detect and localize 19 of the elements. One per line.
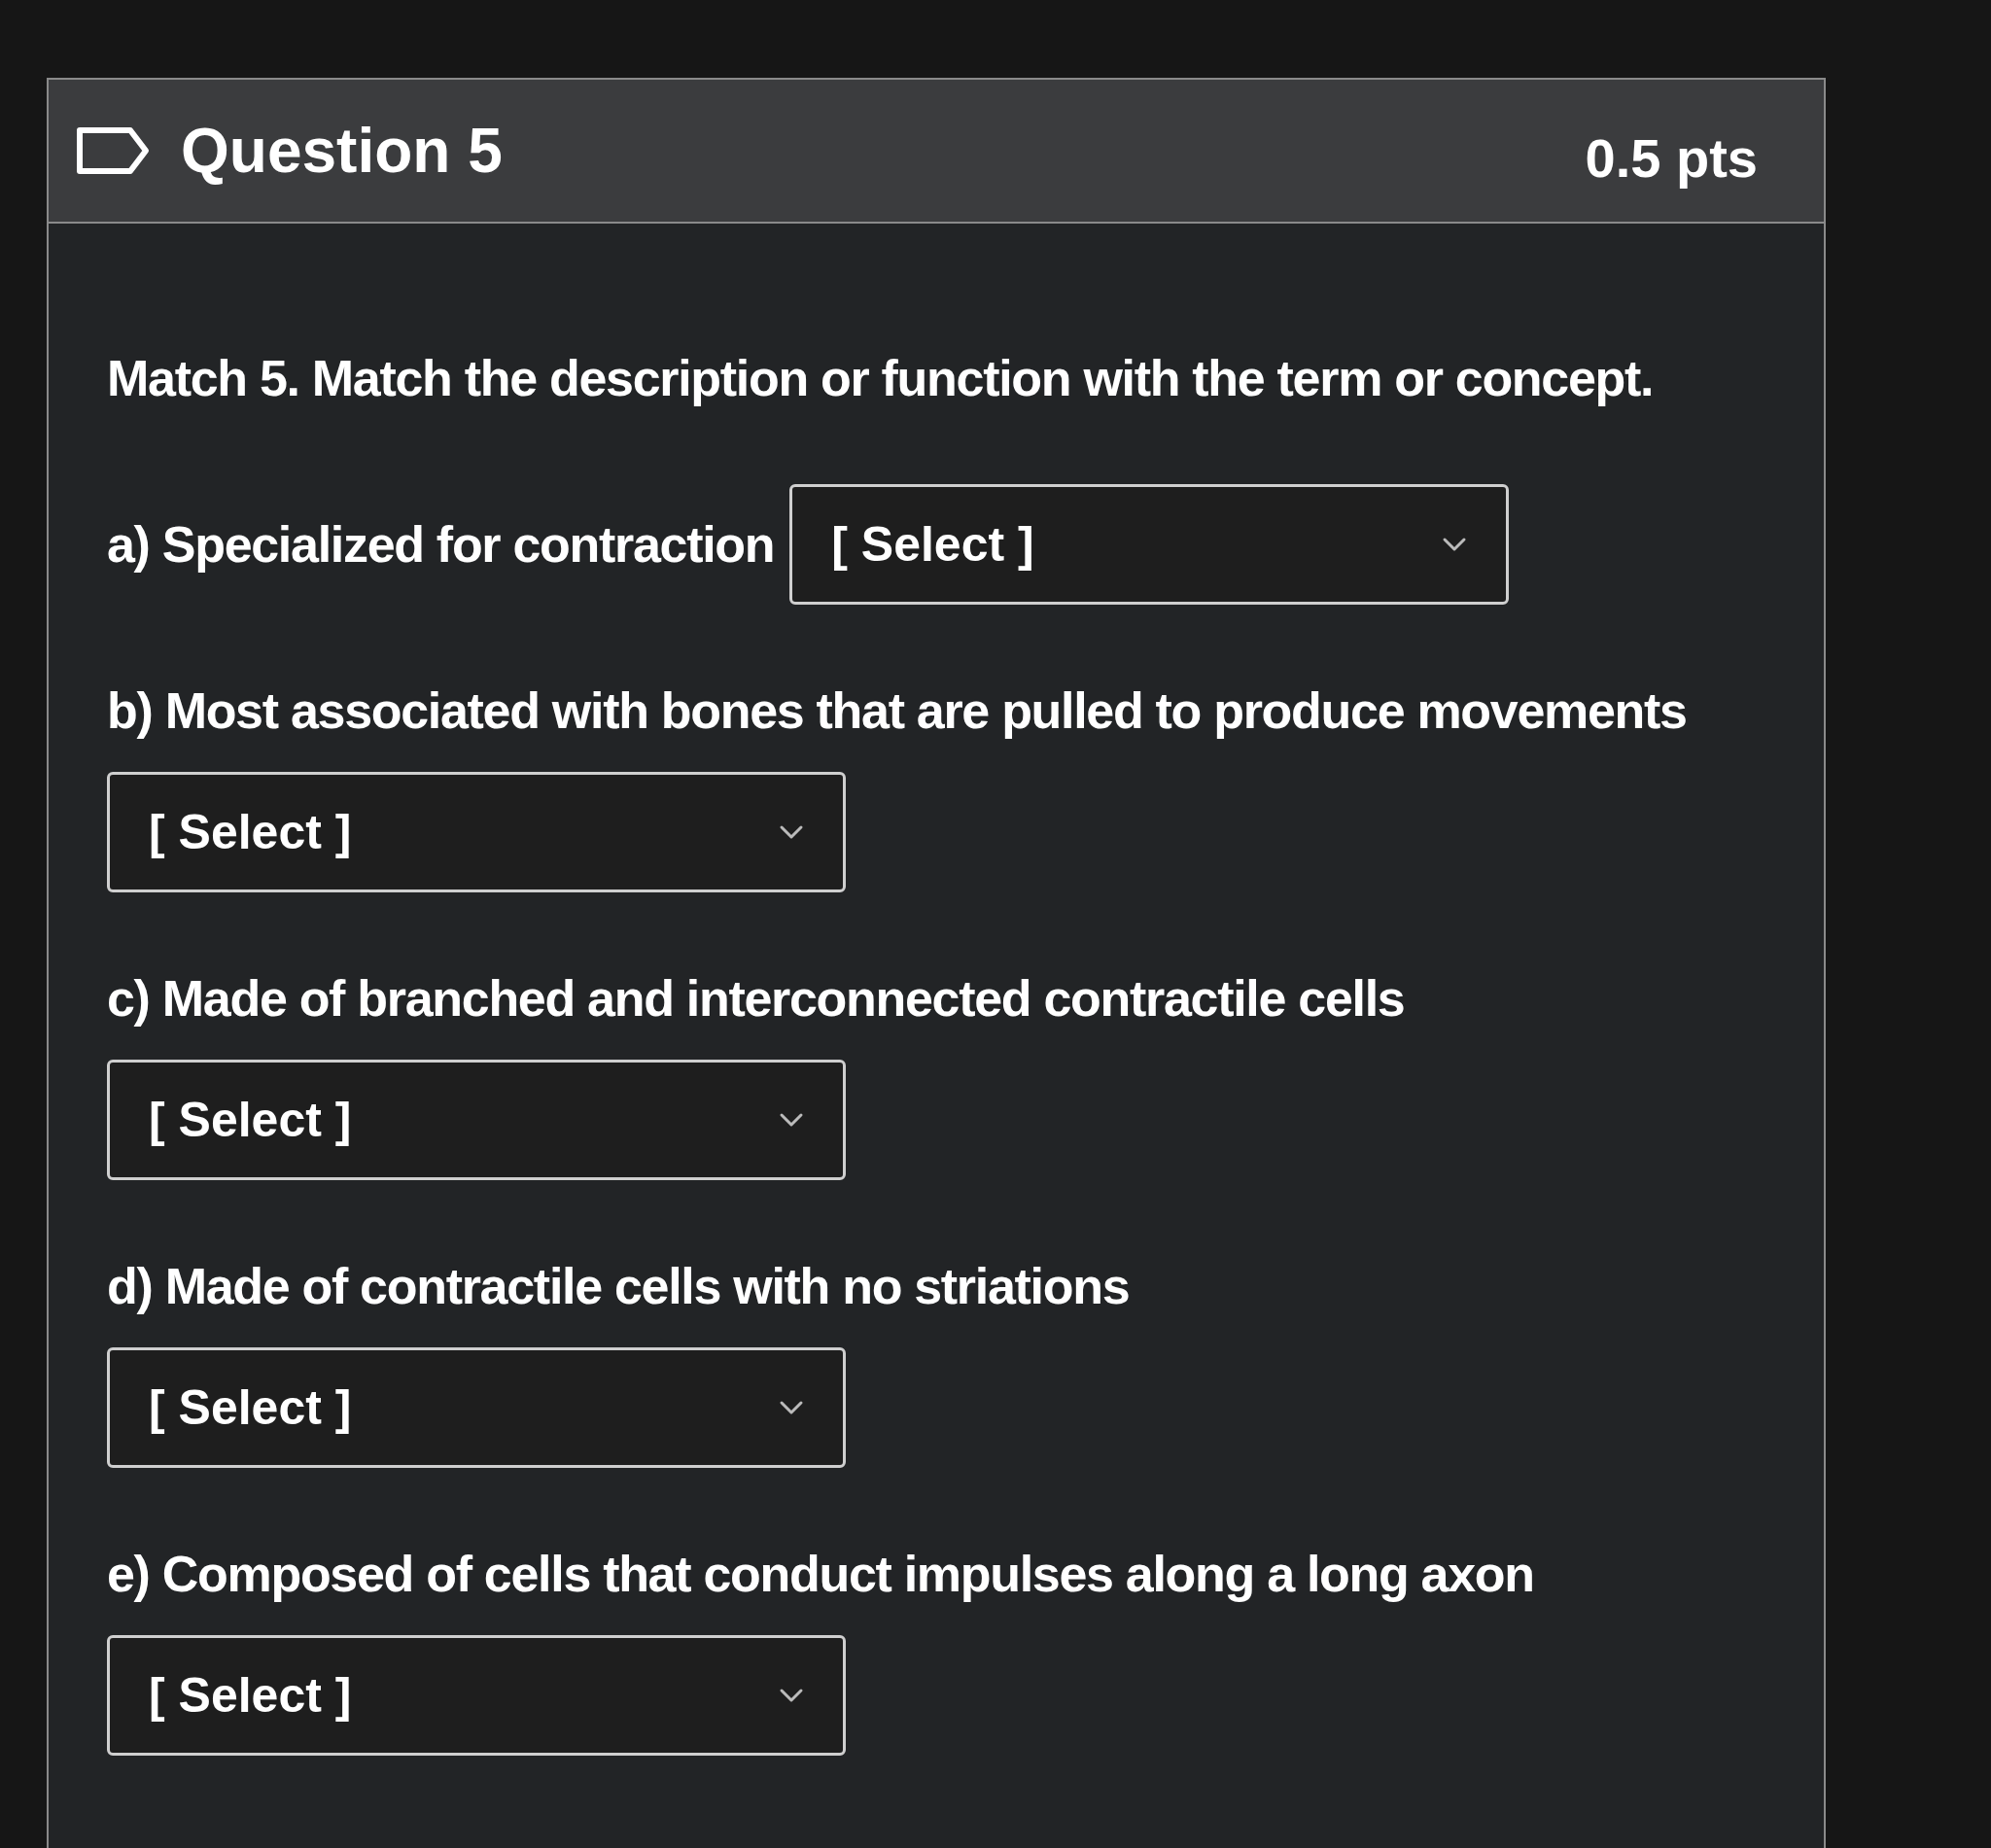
item-label: e) Composed of cells that conduct impulses along a long axon: [107, 1545, 1535, 1604]
select-dropdown[interactable]: [ Select ]: [107, 1060, 846, 1180]
question-prompt: Match 5. Match the description or function with the term or concept.: [107, 349, 1655, 408]
flag-icon: [76, 126, 150, 175]
chevron-down-icon: [779, 824, 804, 840]
item-label: a) Specialized for contraction: [107, 515, 775, 575]
chevron-down-icon: [1442, 537, 1468, 552]
points-label: 0.5 pts: [1585, 126, 1758, 191]
select-dropdown[interactable]: [ Select ]: [107, 1635, 846, 1756]
chevron-down-icon: [779, 1688, 804, 1703]
chevron-down-icon: [779, 1400, 804, 1415]
question-title: Question 5: [181, 115, 503, 188]
select-dropdown[interactable]: [ Select ]: [107, 1347, 846, 1468]
item-label: d) Made of contractile cells with no striations: [107, 1257, 1131, 1316]
select-dropdown[interactable]: [ Select ]: [107, 772, 846, 892]
item-label: c) Made of branched and interconnected contractile cells: [107, 969, 1406, 1029]
select-dropdown[interactable]: [ Select ]: [789, 484, 1510, 605]
item-label: b) Most associated with bones that are pulled to produce movements: [107, 681, 1688, 741]
chevron-down-icon: [779, 1112, 804, 1128]
